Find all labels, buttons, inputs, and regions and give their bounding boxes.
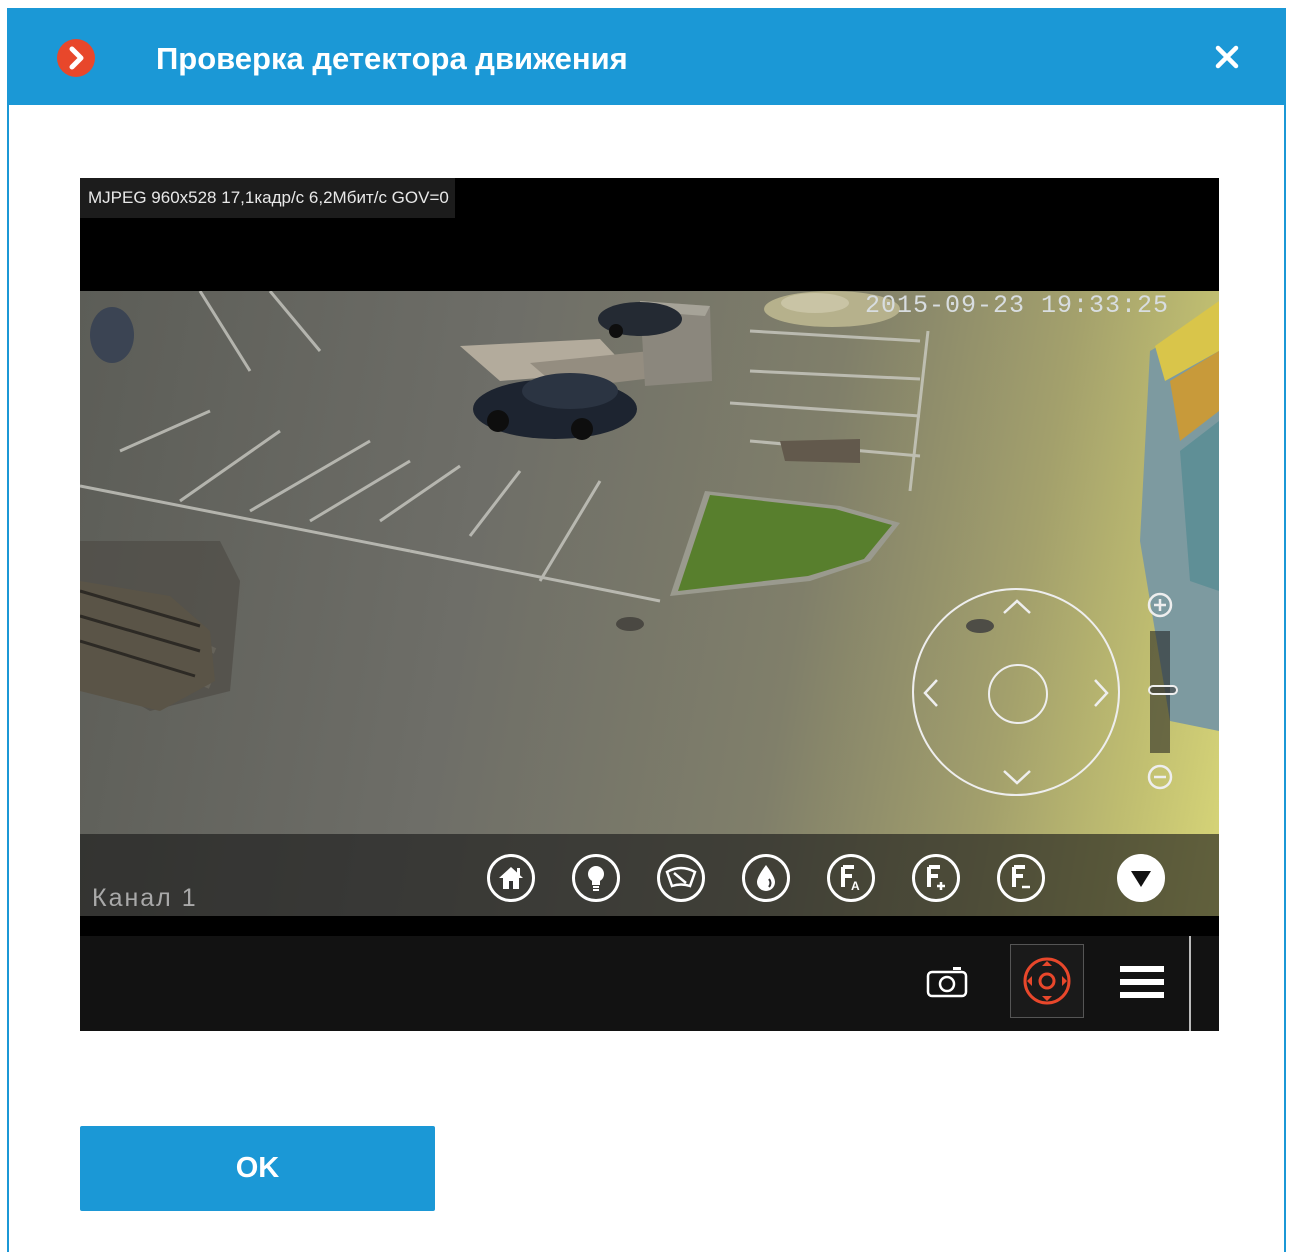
light-icon[interactable]	[572, 854, 620, 902]
ptz-joystick[interactable]	[912, 588, 1120, 796]
video-timestamp: 2015-09-23 19:33:25	[865, 291, 1170, 320]
snapshot-icon[interactable]	[923, 962, 971, 1002]
wiper-icon[interactable]	[657, 854, 705, 902]
close-icon[interactable]	[1209, 39, 1245, 75]
collapse-icon[interactable]	[1117, 854, 1165, 902]
arrow-left-icon[interactable]	[920, 676, 942, 710]
ptz-control-button[interactable]	[1010, 944, 1084, 1018]
focus-auto-icon[interactable]: A	[827, 854, 875, 902]
toolbar-divider	[1189, 936, 1191, 1031]
channel-label: Канал 1	[92, 884, 198, 912]
video-player: MJPEG 960x528 17,1кадр/с 6,2Мбит/с GOV=0	[80, 178, 1219, 1031]
menu-icon[interactable]	[1116, 962, 1168, 1002]
app-logo-icon	[57, 39, 95, 77]
stream-info: MJPEG 960x528 17,1кадр/с 6,2Мбит/с GOV=0	[80, 178, 455, 218]
home-icon[interactable]	[487, 854, 535, 902]
ok-button[interactable]: OK	[80, 1126, 435, 1211]
svg-text:A: A	[851, 879, 860, 893]
arrow-up-icon[interactable]	[1000, 596, 1034, 618]
zoom-in-icon[interactable]	[1146, 591, 1174, 619]
washer-icon[interactable]	[742, 854, 790, 902]
player-toolbar	[80, 936, 1219, 1031]
arrow-right-icon[interactable]	[1090, 676, 1112, 710]
camera-view: 2015-09-23 19:33:25 Канал 1 A	[80, 291, 1219, 916]
focus-minus-icon[interactable]	[997, 854, 1045, 902]
ptz-control-icon	[1023, 957, 1071, 1005]
zoom-slider-thumb[interactable]	[1148, 685, 1178, 695]
joystick-center-knob[interactable]	[988, 664, 1048, 724]
motion-detector-dialog: Проверка детектора движения MJPEG 960x52…	[7, 8, 1286, 1252]
focus-plus-icon[interactable]	[912, 854, 960, 902]
ptz-button-bar: Канал 1 A	[80, 834, 1219, 916]
arrow-down-icon[interactable]	[1000, 766, 1034, 788]
zoom-out-icon[interactable]	[1146, 763, 1174, 791]
dialog-title: Проверка детектора движения	[156, 41, 628, 76]
dialog-titlebar: Проверка детектора движения	[9, 10, 1284, 105]
